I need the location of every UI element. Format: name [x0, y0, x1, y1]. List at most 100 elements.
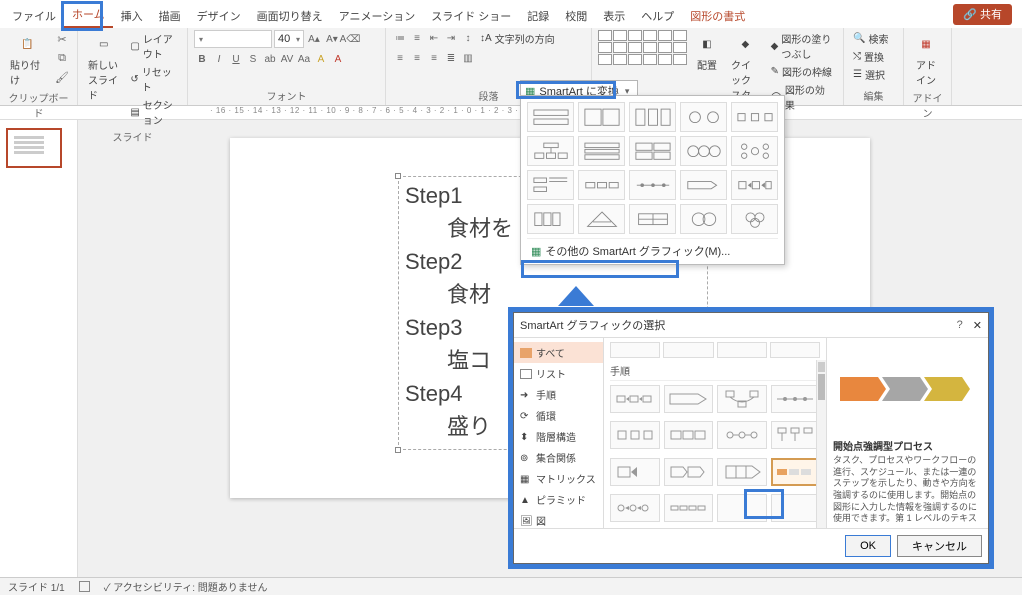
font-family-combo[interactable] [194, 30, 272, 48]
tab-design[interactable]: デザイン [189, 4, 249, 28]
layout-option[interactable] [717, 385, 767, 413]
line-space-icon[interactable]: ↕ [460, 30, 476, 46]
cut-icon[interactable]: ✂ [53, 30, 71, 48]
bullets-icon[interactable]: ≔ [392, 30, 408, 46]
tab-home[interactable]: ホーム [64, 2, 113, 28]
layout-option[interactable] [610, 494, 660, 522]
slide-thumbnails-pane[interactable]: 1 [0, 120, 78, 577]
smartart-option[interactable] [731, 136, 778, 166]
more-smartart-graphics-item[interactable]: ▦ その他の SmartArt グラフィック(M)... [527, 238, 778, 262]
smartart-option[interactable] [629, 136, 676, 166]
tab-animation[interactable]: アニメーション [331, 4, 424, 28]
layout-option[interactable] [717, 421, 767, 449]
tab-help[interactable]: ヘルプ [633, 4, 682, 28]
layout-option[interactable] [610, 421, 660, 449]
smartart-option[interactable] [680, 204, 727, 234]
accessibility-status[interactable]: ✓ アクセシビリティ: 問題ありません [104, 579, 268, 594]
shape-outline-button[interactable]: ✎ 図形の枠線 [768, 63, 837, 80]
columns-icon[interactable]: ▥ [460, 50, 476, 66]
layout-option[interactable] [664, 421, 714, 449]
strike-icon[interactable]: S [245, 51, 261, 67]
smartart-option[interactable] [578, 136, 625, 166]
addins-button[interactable]: ▦アド イン [910, 30, 942, 89]
font-color-icon[interactable]: A [330, 51, 346, 67]
justify-icon[interactable]: ≣ [443, 50, 459, 66]
font-size-combo[interactable]: 40▾ [274, 30, 304, 48]
align-left-icon[interactable]: ≡ [392, 50, 408, 66]
layout-option[interactable] [717, 494, 767, 522]
language-indicator[interactable] [79, 581, 90, 592]
arrange-button[interactable]: ◧配置 [691, 30, 723, 74]
find-button[interactable]: 🔍 検索 [850, 30, 891, 47]
layout-option[interactable] [610, 385, 660, 413]
align-center-icon[interactable]: ≡ [409, 50, 425, 66]
tab-review[interactable]: 校閲 [557, 4, 595, 28]
close-icon[interactable]: ✕ [973, 319, 982, 332]
shape-fill-button[interactable]: ◆ 図形の塗りつぶし [768, 30, 837, 62]
underline-icon[interactable]: U [228, 51, 244, 67]
reset-button[interactable]: ↺ リセット [127, 63, 181, 95]
layout-option-selected[interactable] [771, 458, 821, 486]
tab-record[interactable]: 記録 [519, 4, 557, 28]
ok-button[interactable]: OK [845, 535, 891, 557]
bold-icon[interactable]: B [194, 51, 210, 67]
layout-scrollbar[interactable] [816, 360, 826, 528]
cat-relationship[interactable]: ⊚集合関係 [514, 447, 603, 468]
smartart-option[interactable] [731, 204, 778, 234]
smartart-option[interactable] [629, 102, 676, 132]
layout-option[interactable] [771, 494, 821, 522]
help-icon[interactable]: ? [957, 319, 963, 331]
slide-thumbnail-1[interactable] [6, 128, 62, 168]
smartart-option[interactable] [731, 102, 778, 132]
indent-dec-icon[interactable]: ⇤ [426, 30, 442, 46]
select-button[interactable]: ☰ 選択 [850, 66, 891, 83]
tab-slideshow[interactable]: スライド ショー [423, 4, 519, 28]
format-painter-icon[interactable]: 🖌 [53, 68, 71, 86]
layout-option[interactable] [717, 458, 767, 486]
tab-transition[interactable]: 画面切り替え [249, 4, 331, 28]
layout-button[interactable]: ▢ レイアウト [127, 30, 181, 62]
clear-format-icon[interactable]: A⌫ [342, 31, 358, 47]
smartart-option[interactable] [578, 204, 625, 234]
shrink-font-icon[interactable]: A▾ [324, 31, 340, 47]
share-button[interactable]: 🔗 共有 [953, 4, 1012, 25]
smartart-option[interactable] [527, 170, 574, 200]
smartart-option[interactable] [629, 170, 676, 200]
cat-list[interactable]: リスト [514, 363, 603, 384]
new-slide-button[interactable]: ▭ 新しい スライド [84, 30, 123, 104]
replace-button[interactable]: ⤭ 置換 [850, 48, 891, 65]
layout-option[interactable] [664, 458, 714, 486]
cat-matrix[interactable]: ▦マトリックス [514, 468, 603, 489]
highlight-icon[interactable]: A [313, 51, 329, 67]
smartart-option[interactable] [629, 204, 676, 234]
cat-cycle[interactable]: ⟳循環 [514, 405, 603, 426]
cat-picture[interactable]: 🖼図 [514, 510, 603, 528]
smartart-option[interactable] [527, 136, 574, 166]
smartart-option[interactable] [731, 170, 778, 200]
layout-option[interactable] [610, 458, 660, 486]
tab-view[interactable]: 表示 [595, 4, 633, 28]
tab-file[interactable]: ファイル [4, 4, 64, 28]
tab-insert[interactable]: 挿入 [113, 4, 151, 28]
indent-inc-icon[interactable]: ⇥ [443, 30, 459, 46]
cat-process[interactable]: ➜手順 [514, 384, 603, 405]
cat-pyramid[interactable]: ▲ピラミッド [514, 489, 603, 510]
case-icon[interactable]: Aa [296, 51, 312, 67]
tab-draw[interactable]: 描画 [151, 4, 189, 28]
smartart-option[interactable] [680, 136, 727, 166]
align-right-icon[interactable]: ≡ [426, 50, 442, 66]
smartart-option[interactable] [527, 102, 574, 132]
smartart-option[interactable] [578, 102, 625, 132]
smartart-option[interactable] [578, 170, 625, 200]
layout-option[interactable] [664, 494, 714, 522]
grow-font-icon[interactable]: A▴ [306, 31, 322, 47]
copy-icon[interactable]: ⧉ [53, 49, 71, 67]
shadow-icon[interactable]: ab [262, 51, 278, 67]
resize-handle[interactable] [395, 447, 401, 453]
tab-shape-format[interactable]: 図形の書式 [682, 4, 753, 28]
smartart-option[interactable] [527, 204, 574, 234]
numbering-icon[interactable]: ≡ [409, 30, 425, 46]
resize-handle[interactable] [395, 173, 401, 179]
italic-icon[interactable]: I [211, 51, 227, 67]
spacing-icon[interactable]: AV [279, 51, 295, 67]
